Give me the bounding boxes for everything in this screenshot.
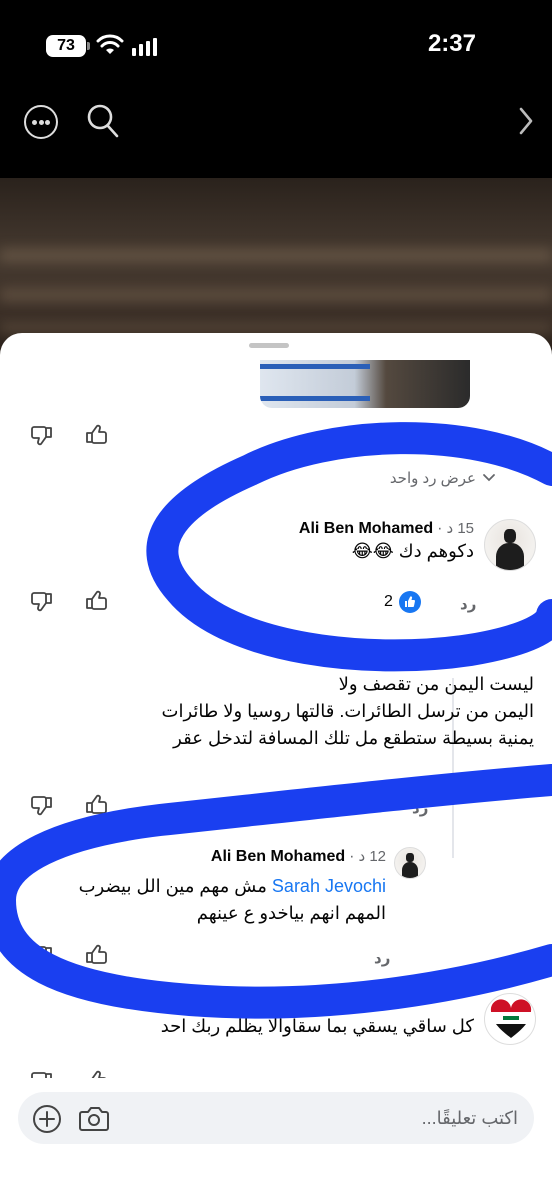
comment-text: ليست اليمن من تقصف ولا اليمن من ترسل الط…	[34, 671, 534, 752]
like-reaction-icon	[398, 591, 421, 613]
reply-button[interactable]: رد	[412, 799, 428, 817]
battery-indicator: 73	[46, 35, 90, 57]
comment-text-line: ليست اليمن من تقصف ولا	[338, 674, 534, 694]
status-bar: 73 2:37	[0, 0, 552, 90]
dislike-button[interactable]	[30, 589, 54, 613]
comment-input[interactable]	[158, 1104, 518, 1132]
avatar[interactable]	[394, 847, 426, 879]
comment-author[interactable]: Sarah Jevochi	[343, 644, 452, 662]
like-count[interactable]: 2	[384, 591, 421, 613]
meta-separator: ·	[437, 520, 443, 537]
meta-separator: ·	[349, 848, 355, 865]
dislike-button[interactable]	[30, 423, 54, 447]
thumbs-down-icon	[31, 592, 52, 612]
comment-author[interactable]: Ali Ben Mohamed	[211, 848, 345, 866]
thumbs-up-icon	[86, 944, 107, 964]
mention-link[interactable]: Sarah Jevochi	[272, 876, 386, 896]
avatar[interactable]	[484, 519, 536, 571]
video-thumbnail[interactable]	[260, 360, 470, 408]
comment-text-line: مش مهم مين الل بيضرب	[78, 876, 267, 896]
dislike-button[interactable]	[30, 943, 54, 967]
reply-button[interactable]: رد	[460, 595, 476, 613]
signal-icon	[132, 38, 157, 56]
chevron-down-icon	[483, 474, 495, 482]
like-button[interactable]	[84, 423, 108, 447]
like-count-number: 2	[384, 593, 393, 610]
comment-item: ابو علي المالكي · 2 س كل ساقي يسقي بما س…	[161, 993, 536, 1045]
comment-text-line: يمنية بسيطة ستطقع مل تلك المسافة لتدخل ع…	[173, 728, 534, 748]
search-icon[interactable]	[86, 103, 120, 139]
dislike-button[interactable]	[30, 793, 54, 817]
thumbs-down-icon	[31, 796, 52, 816]
ellipsis-circle-icon[interactable]	[24, 105, 58, 139]
comment-text-line: المهم انهم بياخدو ع عينهم	[196, 903, 386, 923]
comment-item: Ali Ben Mohamed · 15 د دكوهم دك 😂😂	[299, 519, 536, 571]
thumbs-down-icon	[31, 946, 52, 966]
top-bar	[0, 95, 552, 155]
thumbs-up-icon	[86, 794, 107, 814]
comment-author[interactable]: ابو علي المالكي	[161, 993, 285, 1013]
add-circle-icon[interactable]	[32, 1104, 62, 1134]
like-button[interactable]	[84, 793, 108, 817]
comment-time: 22 د	[464, 644, 492, 661]
heart-flag-icon	[490, 999, 532, 1038]
meta-separator: ·	[455, 644, 461, 661]
reply-button[interactable]: رد	[374, 949, 390, 967]
comment-composer	[18, 1092, 534, 1144]
comment-text: دكوهم دك 😂😂	[351, 541, 474, 561]
wifi-icon	[96, 34, 124, 54]
comment-time: 15 د	[446, 520, 474, 537]
comment-time: 2 س	[297, 995, 329, 1012]
comment-item: Sarah Jevochi · 22 د	[343, 643, 492, 662]
comment-text-line: اليمن من ترسل الطائرات. قالتها روسيا ولا…	[161, 701, 534, 721]
like-button[interactable]	[84, 589, 108, 613]
thumbs-up-icon	[86, 424, 107, 444]
view-replies-link[interactable]: عرض رد واحد	[390, 469, 496, 487]
comment-author[interactable]: Ali Ben Mohamed	[299, 520, 433, 538]
comment-text: Sarah Jevochi مش مهم مين الل بيضرب المهم…	[6, 873, 386, 927]
thumbs-up-icon	[86, 590, 107, 610]
thumbs-down-icon	[31, 426, 52, 446]
meta-separator: ·	[288, 995, 294, 1012]
camera-icon[interactable]	[78, 1104, 110, 1134]
clock: 2:37	[427, 30, 476, 57]
chevron-right-icon[interactable]	[516, 105, 536, 137]
view-replies-label: عرض رد واحد	[389, 470, 476, 487]
comments-sheet: عرض رد واحد Ali Ben Mohamed · 15 د دكوهم…	[0, 333, 552, 1200]
sheet-drag-handle[interactable]	[249, 343, 289, 348]
comment-time: 12 د	[358, 848, 386, 865]
avatar[interactable]	[484, 993, 536, 1045]
like-button[interactable]	[84, 943, 108, 967]
comment-text: كل ساقي يسقي بما سقاوالا يظلم ربك احد	[160, 1016, 474, 1036]
